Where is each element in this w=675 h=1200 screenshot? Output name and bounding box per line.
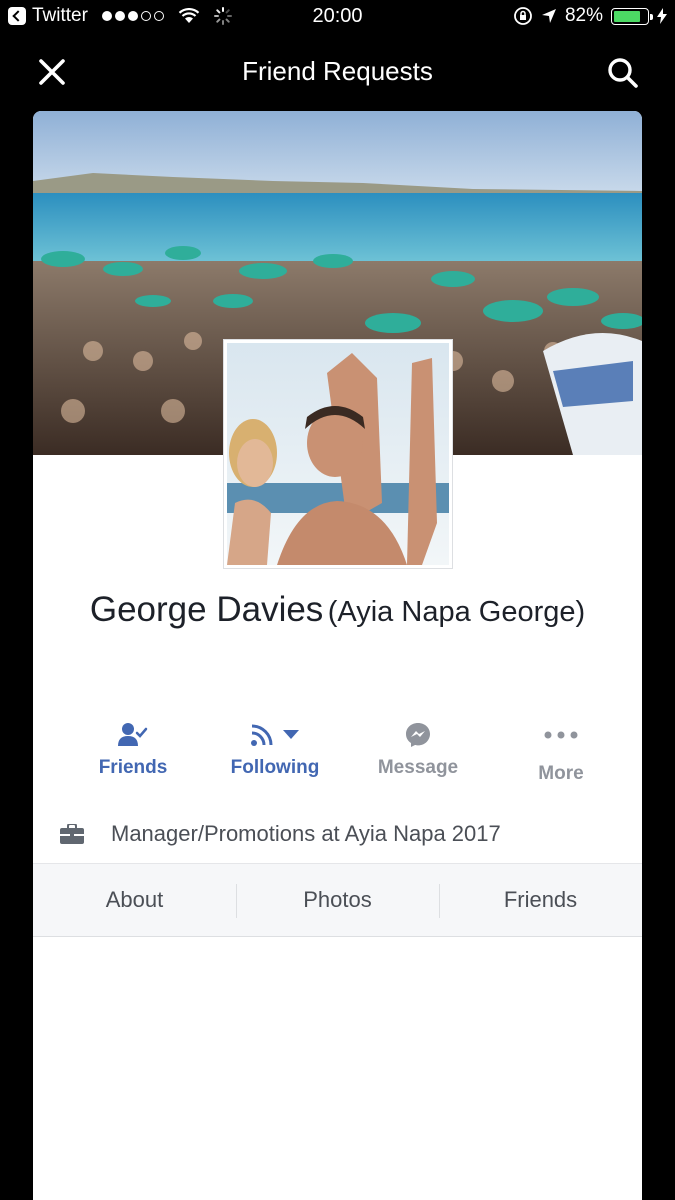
friends-button[interactable]: Friends	[62, 719, 204, 779]
search-icon	[608, 58, 638, 88]
tab-photos[interactable]: Photos	[236, 864, 439, 936]
battery-icon	[611, 7, 653, 25]
chevron-down-icon	[283, 730, 299, 739]
page-title: Friend Requests	[242, 56, 433, 86]
friends-label: Friends	[98, 757, 168, 778]
following-label: Following	[230, 757, 320, 778]
profile-actions: Friends Following Message More	[33, 719, 642, 799]
message-button[interactable]: Message	[347, 719, 489, 779]
more-button[interactable]: More	[490, 719, 632, 785]
profile-picture[interactable]	[223, 339, 453, 569]
tab-friends[interactable]: Friends	[439, 864, 642, 936]
message-label: Message	[377, 757, 459, 778]
orientation-lock-icon	[514, 7, 532, 25]
battery-percent: 82%	[564, 5, 603, 26]
rss-icon	[251, 724, 273, 746]
messenger-icon	[406, 723, 430, 747]
battery-fill	[614, 10, 641, 22]
status-bar: Twitter 20:00 82%	[0, 0, 675, 34]
profile-tabs: About Photos Friends	[33, 863, 642, 937]
charging-bolt-icon	[657, 8, 667, 24]
location-arrow-icon	[541, 9, 556, 23]
profile-name: George Davies (Ayia Napa George)	[33, 589, 642, 638]
profile-content-area	[33, 937, 642, 1200]
briefcase-icon	[60, 824, 84, 844]
work-text: Manager/Promotions at Ayia Napa 2017	[111, 821, 501, 846]
following-button[interactable]: Following	[204, 719, 346, 779]
profile-alternate-name: (Ayia Napa George)	[327, 596, 586, 628]
more-dots-icon	[544, 731, 578, 739]
work-info[interactable]: Manager/Promotions at Ayia Napa 2017	[33, 805, 642, 863]
tab-about[interactable]: About	[33, 864, 236, 936]
search-button[interactable]	[606, 56, 640, 90]
friend-check-icon	[118, 723, 148, 746]
more-label: More	[538, 763, 584, 784]
profile-card: George Davies (Ayia Napa George) Friends	[33, 111, 642, 1200]
nav-bar: Friend Requests	[0, 34, 675, 110]
profile-main-name: George Davies	[89, 590, 324, 629]
